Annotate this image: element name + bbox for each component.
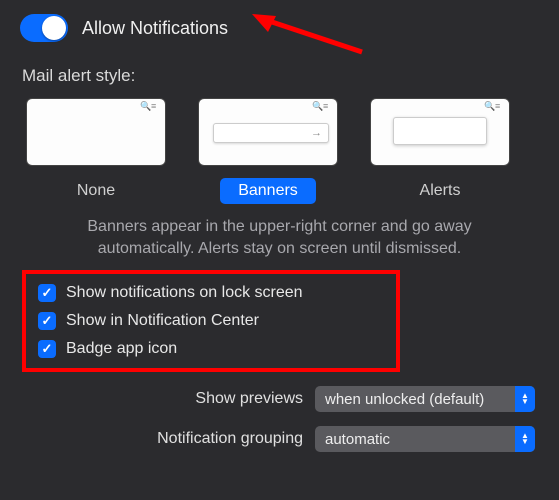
alert-style-none[interactable]: 🔍 ≡ None bbox=[26, 98, 166, 204]
notification-grouping-label: Notification grouping bbox=[157, 430, 303, 448]
menu-icon: ≡ bbox=[323, 102, 331, 110]
alert-style-alerts[interactable]: 🔍 ≡ Alerts bbox=[370, 98, 510, 204]
stepper-arrows-icon: ▲ ▼ bbox=[515, 426, 535, 452]
mail-alert-style-label: Mail alert style: bbox=[22, 66, 539, 86]
search-icon: 🔍 bbox=[140, 102, 148, 110]
check-icon: ✓ bbox=[42, 341, 53, 357]
arrow-right-icon: → bbox=[311, 127, 322, 139]
stepper-arrows-icon: ▲ ▼ bbox=[515, 386, 535, 412]
badge-app-icon-label: Badge app icon bbox=[66, 340, 177, 358]
show-previews-dropdown[interactable]: when unlocked (default) ▲ ▼ bbox=[315, 386, 535, 412]
alert-style-description: Banners appear in the upper-right corner… bbox=[20, 216, 539, 260]
alerts-thumbnail: 🔍 ≡ bbox=[370, 98, 510, 166]
none-thumbnail: 🔍 ≡ bbox=[26, 98, 166, 166]
show-previews-value: when unlocked (default) bbox=[325, 391, 484, 408]
menu-icon: ≡ bbox=[151, 102, 159, 110]
notification-center-checkbox[interactable]: ✓ bbox=[38, 312, 56, 330]
search-icon: 🔍 bbox=[312, 102, 320, 110]
banners-thumbnail: 🔍 ≡ → bbox=[198, 98, 338, 166]
check-icon: ✓ bbox=[42, 285, 53, 301]
style-name-banners: Banners bbox=[220, 178, 316, 204]
style-name-none: None bbox=[59, 178, 133, 204]
show-previews-label: Show previews bbox=[195, 390, 303, 408]
menu-icon: ≡ bbox=[495, 102, 503, 110]
notification-grouping-value: automatic bbox=[325, 431, 390, 448]
allow-notifications-toggle[interactable] bbox=[20, 14, 68, 42]
notification-center-label: Show in Notification Center bbox=[66, 312, 259, 330]
lock-screen-checkbox[interactable]: ✓ bbox=[38, 284, 56, 302]
badge-app-icon-checkbox[interactable]: ✓ bbox=[38, 340, 56, 358]
search-icon: 🔍 bbox=[484, 102, 492, 110]
notification-grouping-dropdown[interactable]: automatic ▲ ▼ bbox=[315, 426, 535, 452]
checkbox-group-highlight: ✓ Show notifications on lock screen ✓ Sh… bbox=[22, 270, 400, 372]
style-name-alerts: Alerts bbox=[402, 178, 479, 204]
check-icon: ✓ bbox=[42, 313, 53, 329]
lock-screen-label: Show notifications on lock screen bbox=[66, 284, 303, 302]
alert-style-banners[interactable]: 🔍 ≡ → Banners bbox=[198, 98, 338, 204]
allow-notifications-label: Allow Notifications bbox=[82, 18, 228, 39]
alert-style-row: 🔍 ≡ None 🔍 ≡ → Banners 🔍 ≡ Alerts bbox=[20, 98, 539, 204]
